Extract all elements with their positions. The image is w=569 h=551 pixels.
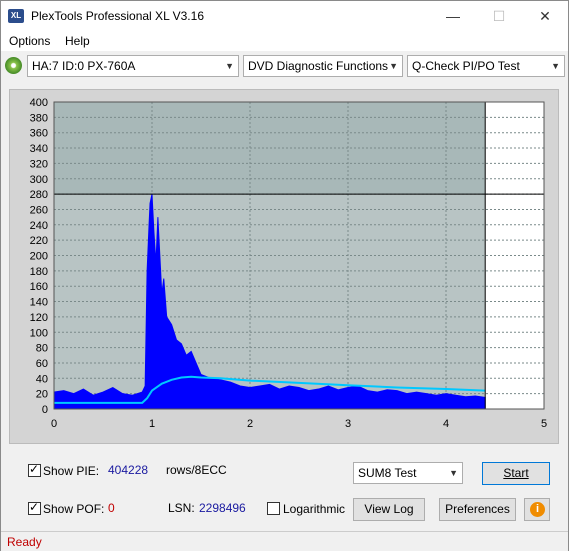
preferences-button[interactable]: Preferences <box>439 498 516 521</box>
chevron-down-icon: ▼ <box>225 61 234 71</box>
show-pie-label: Show PIE: <box>43 464 100 478</box>
y-tick-label: 320 <box>30 158 48 170</box>
title-bar: XL PlexTools Professional XL V3.16 — ☐ ✕ <box>1 1 568 31</box>
show-pie-checkbox[interactable] <box>28 462 41 477</box>
status-bar: Ready <box>1 531 568 551</box>
drive-select-value: HA:7 ID:0 PX-760A <box>32 59 136 73</box>
show-pof-checkbox[interactable] <box>28 500 41 515</box>
sum-test-select-value: SUM8 Test <box>358 466 417 480</box>
y-tick-label: 80 <box>36 343 48 355</box>
lsn-label: LSN: <box>168 501 195 515</box>
x-tick-label: 0 <box>51 418 57 430</box>
test-type-select[interactable]: Q-Check PI/PO Test ▼ <box>407 55 565 77</box>
y-tick-label: 240 <box>30 220 48 232</box>
x-tick-label: 2 <box>247 418 253 430</box>
y-tick-label: 160 <box>30 281 48 293</box>
chart-panel: 0 20 40 60 80 100 120 140 160 180 200 220 240 260 280 3… <box>9 89 559 444</box>
y-tick-label: 40 <box>36 373 48 385</box>
x-tick-label: 3 <box>345 418 351 430</box>
logarithmic-checkbox[interactable] <box>267 502 280 515</box>
y-tick-label: 200 <box>30 251 48 263</box>
y-tick-label: 120 <box>30 312 48 324</box>
view-log-button-label: View Log <box>364 502 414 516</box>
menu-help[interactable]: Help <box>65 34 90 48</box>
maximize-button[interactable]: ☐ <box>476 1 522 31</box>
y-tick-label: 340 <box>30 143 48 155</box>
x-tick-label: 4 <box>443 418 449 430</box>
chevron-down-icon: ▼ <box>449 468 458 478</box>
rows-label: rows/8ECC <box>166 463 227 477</box>
y-tick-label: 260 <box>30 204 48 216</box>
show-pof-label: Show POF: <box>43 502 105 516</box>
menu-options[interactable]: Options <box>9 34 50 48</box>
y-tick-label: 180 <box>30 266 48 278</box>
lsn-value: 2298496 <box>199 501 246 515</box>
chevron-down-icon: ▼ <box>551 61 560 71</box>
toolbar: HA:7 ID:0 PX-760A ▼ DVD Diagnostic Funct… <box>1 52 568 80</box>
start-button[interactable]: Start <box>482 462 550 485</box>
y-tick-label: 280 <box>30 189 48 201</box>
pof-value: 0 <box>108 501 115 515</box>
y-tick-label: 380 <box>30 112 48 124</box>
sum-test-select[interactable]: SUM8 Test ▼ <box>353 462 463 484</box>
chevron-down-icon: ▼ <box>389 61 398 71</box>
info-button[interactable]: i <box>524 498 550 521</box>
controls-panel: Show PIE: 404228 rows/8ECC SUM8 Test ▼ S… <box>9 453 559 529</box>
pie-value: 404228 <box>108 463 149 477</box>
menu-bar: Options Help <box>1 31 568 51</box>
y-tick-label: 20 <box>36 389 48 401</box>
close-button[interactable]: ✕ <box>522 1 568 31</box>
x-tick-label: 1 <box>149 418 155 430</box>
function-select[interactable]: DVD Diagnostic Functions ▼ <box>243 55 403 77</box>
drive-select[interactable]: HA:7 ID:0 PX-760A ▼ <box>27 55 239 77</box>
app-logo-icon: XL <box>8 9 24 23</box>
view-log-button[interactable]: View Log <box>353 498 425 521</box>
preferences-button-label: Preferences <box>445 502 510 516</box>
window-title: PlexTools Professional XL V3.16 <box>31 9 204 23</box>
y-tick-label: 0 <box>42 404 48 416</box>
status-text: Ready <box>7 535 42 549</box>
disc-drive-icon <box>5 57 22 74</box>
logarithmic-label: Logarithmic <box>283 502 346 516</box>
pie-chart-svg: 0204060801001201401601802002202402602803… <box>30 97 547 430</box>
x-tick-label: 5 <box>541 418 547 430</box>
info-icon: i <box>530 502 545 517</box>
test-type-select-value: Q-Check PI/PO Test <box>412 59 520 73</box>
y-tick-label: 100 <box>30 327 48 339</box>
start-button-label: Start <box>503 466 529 480</box>
y-tick-label: 140 <box>30 297 48 309</box>
y-tick-label: 60 <box>36 358 48 370</box>
y-tick-label: 360 <box>30 128 48 140</box>
y-tick-label: 300 <box>30 174 48 186</box>
minimize-button[interactable]: — <box>430 1 476 31</box>
app-window: XL PlexTools Professional XL V3.16 — ☐ ✕… <box>0 0 569 551</box>
y-tick-label: 220 <box>30 235 48 247</box>
function-select-value: DVD Diagnostic Functions <box>248 59 389 73</box>
y-tick-label: 400 <box>30 97 48 109</box>
